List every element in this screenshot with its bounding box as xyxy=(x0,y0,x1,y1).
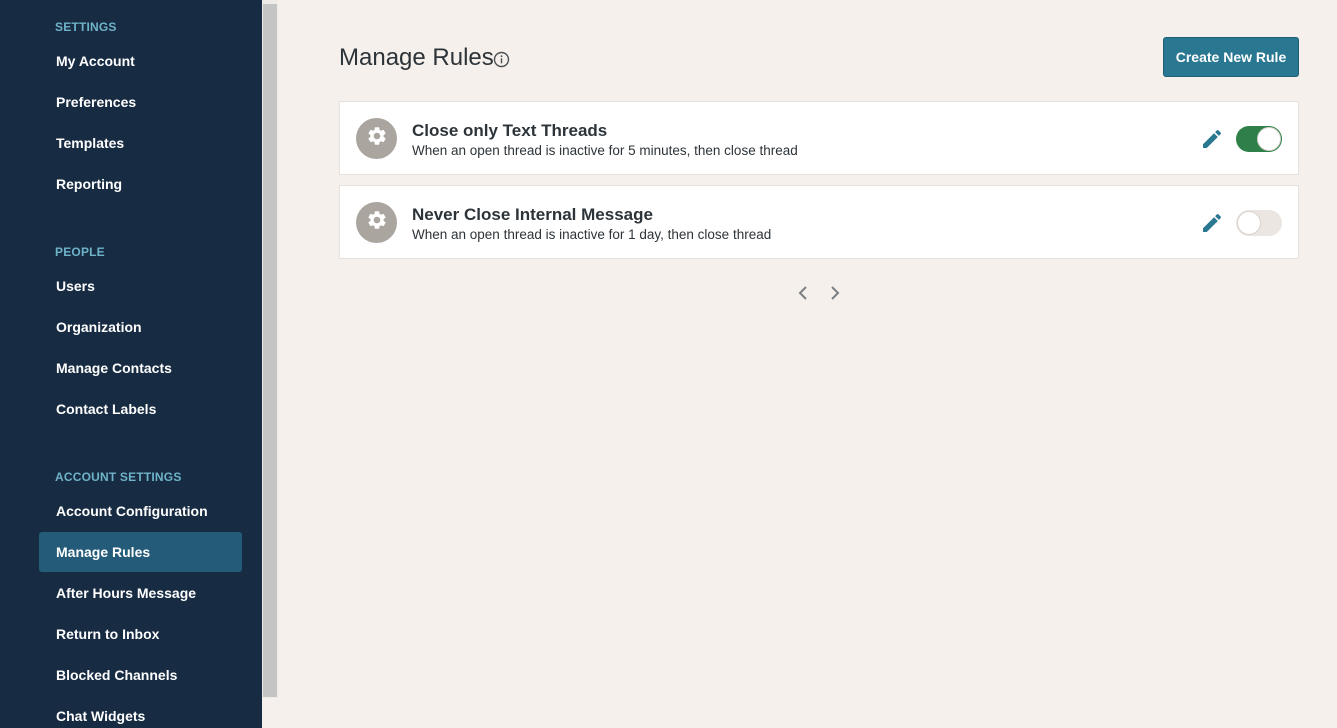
rule-enabled-toggle[interactable] xyxy=(1236,210,1282,236)
rule-card: Close only Text Threads When an open thr… xyxy=(339,101,1299,175)
pencil-icon[interactable] xyxy=(1200,211,1224,235)
rule-title: Close only Text Threads xyxy=(412,121,608,140)
sidebar-item-blocked-channels[interactable]: Blocked Channels xyxy=(39,655,242,695)
chevron-right-icon xyxy=(829,285,841,306)
sidebar-item-manage-rules[interactable]: Manage Rules xyxy=(39,532,242,572)
sidebar-item-templates[interactable]: Templates xyxy=(39,123,242,163)
sidebar-item-manage-contacts[interactable]: Manage Contacts xyxy=(39,348,242,388)
pencil-icon[interactable] xyxy=(1200,127,1224,151)
next-page-button[interactable] xyxy=(825,284,845,306)
rule-description: When an open thread is inactive for 1 da… xyxy=(412,227,772,242)
section-header-people: PEOPLE xyxy=(55,245,105,259)
sidebar-item-reporting[interactable]: Reporting xyxy=(39,164,242,204)
sidebar-item-chat-widgets[interactable]: Chat Widgets xyxy=(39,696,242,728)
gear-icon xyxy=(366,209,388,236)
toggle-knob xyxy=(1237,211,1261,235)
chevron-left-icon xyxy=(797,285,809,306)
section-header-settings: SETTINGS xyxy=(55,20,117,34)
sidebar-item-organization[interactable]: Organization xyxy=(39,307,242,347)
rule-gear-icon-badge xyxy=(356,202,397,243)
sidebar-item-preferences[interactable]: Preferences xyxy=(39,82,242,122)
rule-gear-icon-badge xyxy=(356,118,397,159)
create-new-rule-button[interactable]: Create New Rule xyxy=(1163,37,1299,77)
sidebar-item-account-configuration[interactable]: Account Configuration xyxy=(39,491,242,531)
sidebar: SETTINGS My Account Preferences Template… xyxy=(0,0,262,728)
previous-page-button[interactable] xyxy=(793,284,813,306)
sidebar-scrollbar-thumb[interactable] xyxy=(263,4,277,697)
rule-card: Never Close Internal Message When an ope… xyxy=(339,185,1299,259)
rule-title: Never Close Internal Message xyxy=(412,205,653,224)
sidebar-item-users[interactable]: Users xyxy=(39,266,242,306)
gear-icon xyxy=(366,125,388,152)
info-icon[interactable] xyxy=(493,51,510,68)
sidebar-item-after-hours-message[interactable]: After Hours Message xyxy=(39,573,242,613)
sidebar-item-contact-labels[interactable]: Contact Labels xyxy=(39,389,242,429)
page-title: Manage Rules xyxy=(339,44,494,71)
rule-enabled-toggle[interactable] xyxy=(1236,126,1282,152)
sidebar-item-return-to-inbox[interactable]: Return to Inbox xyxy=(39,614,242,654)
rule-description: When an open thread is inactive for 5 mi… xyxy=(412,143,798,158)
toggle-knob xyxy=(1257,127,1281,151)
sidebar-item-my-account[interactable]: My Account xyxy=(39,41,242,81)
section-header-account-settings: ACCOUNT SETTINGS xyxy=(55,470,182,484)
